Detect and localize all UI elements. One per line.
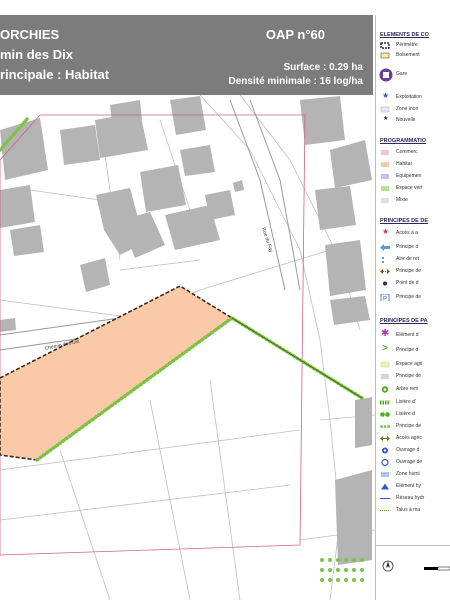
turnaround-icon <box>382 257 384 263</box>
legend-item: ✱ Elément d <box>381 328 419 339</box>
legend-item: Principe d <box>380 243 450 253</box>
legend-item: Elément hy <box>380 482 450 492</box>
legend-item: Zone inon <box>380 105 450 115</box>
legend-item: Habitat <box>380 160 450 170</box>
legend-item: Commerc <box>380 148 450 158</box>
title-banner: ORCHIES min des Dix rincipale : Habitat … <box>0 15 373 95</box>
legend-item: Principe de <box>380 372 450 382</box>
yellow-square-icon <box>380 52 390 59</box>
legend-item: ★ Accès à a <box>382 227 418 236</box>
legend-item: Point de d <box>380 279 450 289</box>
legend-item: Lisière d <box>380 410 450 420</box>
legend-section-title: ELEMENTS DE CO <box>380 32 429 38</box>
legend-item: Gare <box>379 67 450 83</box>
parking-icon: P <box>380 294 390 301</box>
star-icon: ★ <box>382 91 390 100</box>
small-star-icon: ★ <box>383 116 389 122</box>
double-circle-icon <box>380 412 390 417</box>
legend-divider <box>376 545 450 546</box>
legend-item: Equipemen <box>380 172 450 182</box>
scale-bar <box>424 566 450 571</box>
legend-item: Talus à ma <box>380 506 450 516</box>
legend-item: Espace vert <box>380 184 450 194</box>
legend-item: Accès agric <box>380 434 450 444</box>
legend-item: Réseau hydr <box>380 494 450 504</box>
habitat-swatch-icon <box>381 162 389 167</box>
blue-circle-icon <box>382 447 388 454</box>
title-vocation: rincipale : Habitat <box>0 67 110 82</box>
bidirectional-icon <box>380 436 390 441</box>
legend-section-title: PRINCIPES DE DE <box>380 218 428 224</box>
legend-item: > Principe d <box>382 343 419 354</box>
equipment-swatch-icon <box>381 174 389 179</box>
north-arrow-icon <box>382 560 394 572</box>
legend-section-title: PRINCIPES DE PA <box>380 318 428 324</box>
legend-item: Principe de <box>380 267 450 277</box>
chevron-icon: > <box>382 343 388 354</box>
legend-item: Zone humi <box>380 470 450 480</box>
zone-icon <box>380 106 390 113</box>
legend-item: P Principe de <box>380 293 450 303</box>
title-site: min des Dix <box>0 47 73 62</box>
legend-item: Ouvrage de <box>380 458 450 468</box>
triangle-icon <box>381 483 389 490</box>
light-blue-swatch-icon <box>381 472 389 477</box>
point-icon <box>383 281 387 286</box>
scale-bar-area <box>382 560 450 572</box>
blue-line-icon <box>380 498 390 499</box>
density-value: Densité minimale : 16 log/ha <box>228 76 363 87</box>
commerce-swatch-icon <box>381 150 389 155</box>
legend-item: Espace agri <box>380 360 450 370</box>
legend-item: ★ Nouvelle <box>383 116 416 123</box>
blue-circle-2-icon <box>381 459 389 466</box>
title-commune: ORCHIES <box>0 27 60 42</box>
dotted-hedge-icon <box>380 425 390 428</box>
hedge-icon <box>380 400 390 405</box>
legend-item: Mixte <box>380 196 450 206</box>
dashed-square-icon <box>380 42 390 49</box>
yellow-swatch-icon <box>380 361 390 368</box>
legend-item: Boisement <box>380 51 450 61</box>
surface-value: Surface : 0.29 ha <box>283 62 363 73</box>
legend-item: Lisière d' <box>380 398 450 408</box>
legend-item: Arbre rem <box>380 385 450 395</box>
legend-item: Périmètre <box>380 41 450 51</box>
double-arrow-icon <box>380 269 390 274</box>
legend-section-title: PROGRAMMATIO <box>380 138 427 144</box>
legend-item: ★ Exploitation <box>382 91 422 100</box>
train-station-icon <box>379 68 393 82</box>
gray-swatch-icon <box>381 374 389 379</box>
arrow-left-icon <box>380 244 390 251</box>
legend-item: Principe de <box>380 422 450 432</box>
mixed-swatch-icon <box>381 198 389 203</box>
dotted-line-icon <box>380 510 390 511</box>
asterisk-icon: ✱ <box>381 328 390 339</box>
oap-number: OAP n°60 <box>265 27 325 42</box>
green-space-swatch-icon <box>381 186 389 191</box>
legend-item: Aire de ret <box>380 255 450 265</box>
access-star-icon: ★ <box>382 227 390 236</box>
svg-text:P: P <box>383 297 387 302</box>
tree-icon <box>381 386 389 393</box>
legend-panel: ELEMENTS DE CO Périmètre Boisement Gare … <box>375 15 450 600</box>
legend-item: Ouvrage d <box>380 446 450 456</box>
